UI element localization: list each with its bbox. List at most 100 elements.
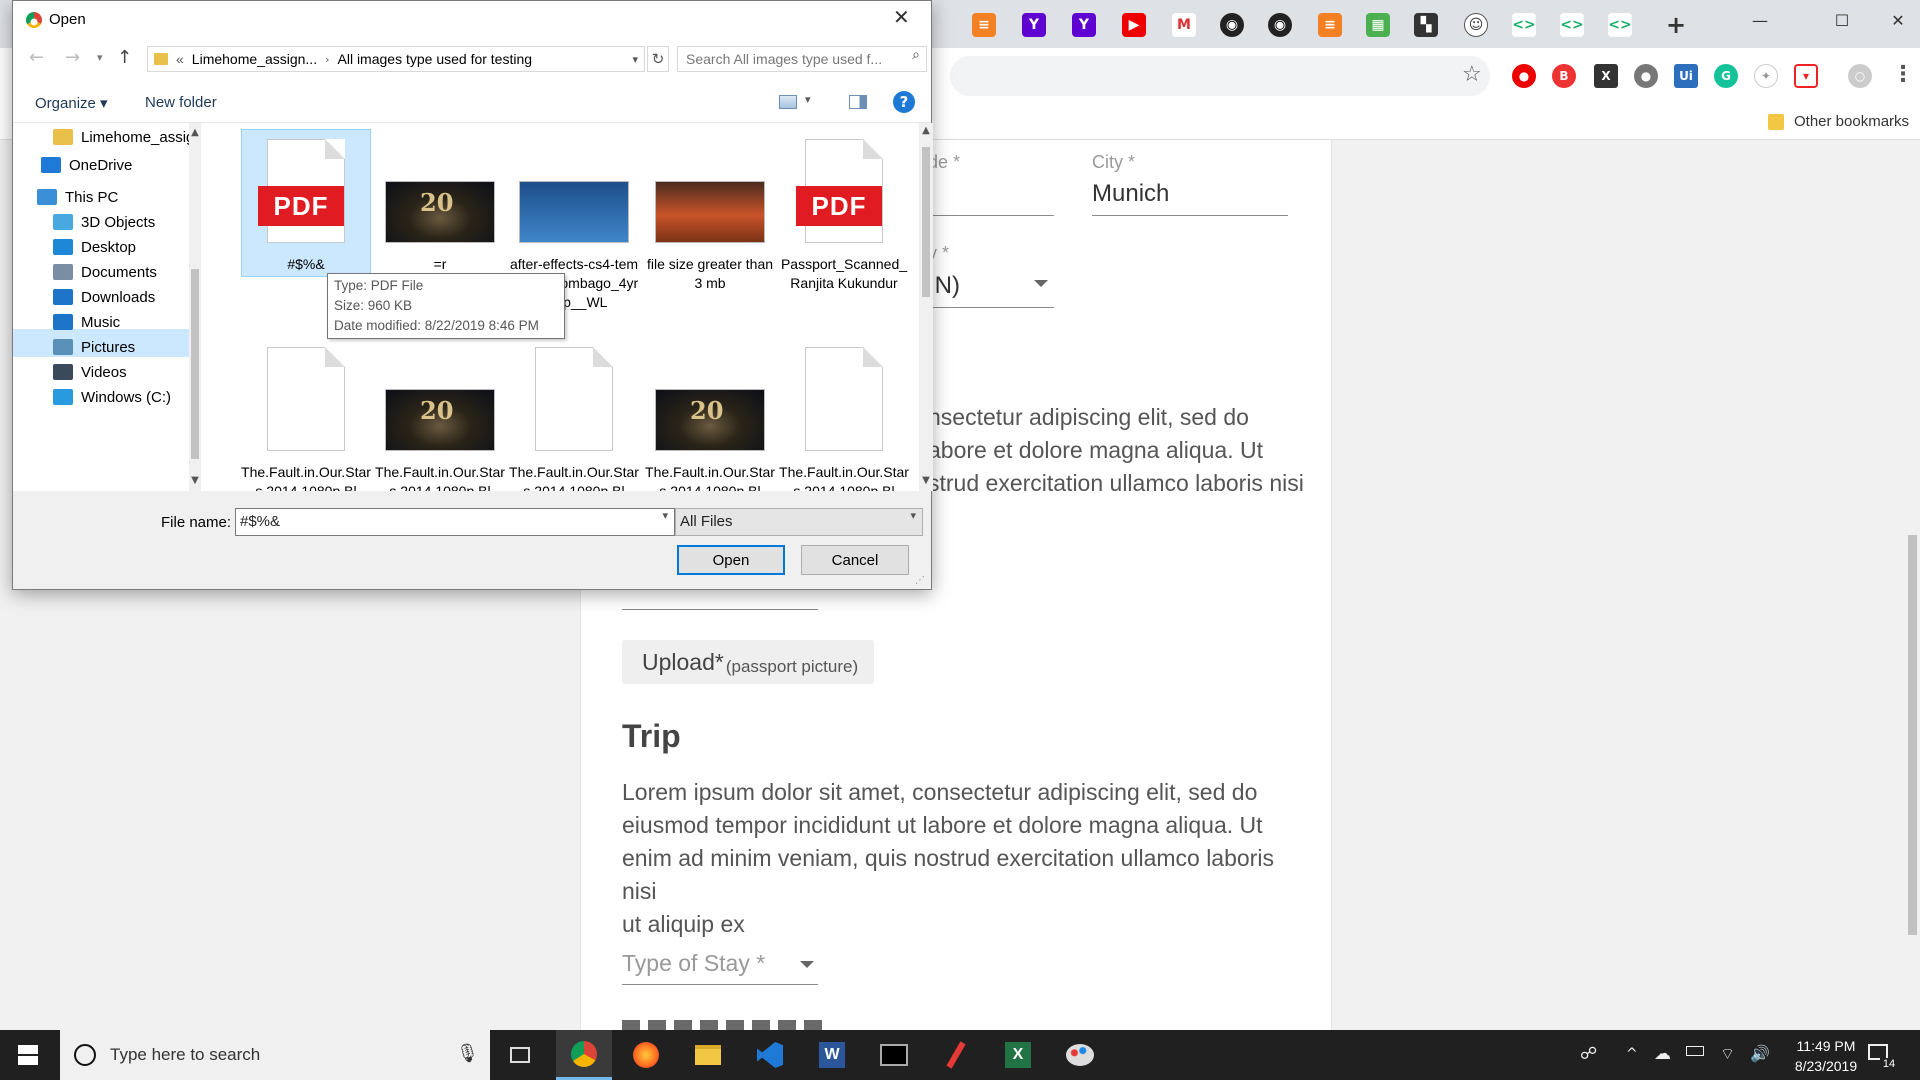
- address-bar[interactable]: [950, 56, 1490, 96]
- file-type-select[interactable]: All Files ▾: [675, 508, 923, 536]
- firefox-taskbar-icon[interactable]: [618, 1030, 674, 1080]
- scroll-down-icon[interactable]: ▼: [189, 475, 201, 486]
- nav-item[interactable]: Downloads: [53, 283, 203, 311]
- nav-item[interactable]: Pictures: [53, 333, 203, 361]
- upload-passport-button[interactable]: Upload* (passport picture): [622, 640, 874, 684]
- chevron-down-icon[interactable]: ▾: [632, 53, 638, 66]
- search-icon[interactable]: ⌕: [912, 47, 920, 63]
- file-explorer-taskbar-icon[interactable]: [680, 1030, 736, 1080]
- preview-pane-icon[interactable]: [849, 95, 867, 109]
- file-item[interactable]: The.Fault.in.Our.Stars.2014.1080p.Bl: [645, 339, 775, 491]
- nav-item[interactable]: Documents: [53, 258, 203, 286]
- help-icon[interactable]: ?: [893, 91, 915, 113]
- excel-taskbar-icon[interactable]: X: [990, 1030, 1046, 1080]
- nav-pane-scrollbar[interactable]: ▲ ▼: [189, 123, 201, 491]
- code-tab-icon[interactable]: <>: [1560, 13, 1584, 37]
- cancel-button[interactable]: Cancel: [801, 545, 909, 575]
- search-input[interactable]: Search All images type used f... ⌕: [677, 46, 927, 72]
- close-icon[interactable]: ✕: [893, 5, 910, 29]
- ui-extension-icon[interactable]: Ui: [1674, 64, 1698, 88]
- vscode-taskbar-icon[interactable]: [742, 1030, 798, 1080]
- github-tab-icon[interactable]: ◉: [1268, 13, 1292, 37]
- pen-taskbar-icon[interactable]: [928, 1030, 984, 1080]
- profile-avatar[interactable]: ○: [1848, 64, 1872, 88]
- file-item[interactable]: The.Fault.in.Our.Stars.2014.1080p.Bl: [375, 339, 505, 491]
- maximize-icon[interactable]: ☐: [1818, 0, 1866, 40]
- word-taskbar-icon[interactable]: W: [804, 1030, 860, 1080]
- stackoverflow-tab-icon[interactable]: ≡: [972, 13, 996, 37]
- code-tab-icon[interactable]: <>: [1512, 13, 1536, 37]
- pocket-extension-icon[interactable]: ▾: [1794, 64, 1818, 88]
- nav-scroll-thumb[interactable]: [191, 269, 199, 459]
- chevron-down-icon[interactable]: ▾: [805, 93, 811, 106]
- taskbar-clock[interactable]: 11:49 PM 8/23/2019: [1786, 1036, 1866, 1076]
- paint-taskbar-icon[interactable]: [1052, 1030, 1108, 1080]
- sheet-tab-icon[interactable]: ▦: [1366, 13, 1390, 37]
- chrome-taskbar-icon[interactable]: [556, 1030, 612, 1080]
- file-item[interactable]: PDF Passport_Scanned_Ranjita Kukundur: [779, 131, 909, 291]
- file-item[interactable]: =r: [375, 131, 505, 281]
- file-item[interactable]: file size greater than 3 mb: [645, 131, 775, 291]
- file-item[interactable]: The.Fault.in.Our.Stars.2014.1080p.Bl: [779, 339, 909, 491]
- breadcrumb-overflow[interactable]: «: [176, 51, 184, 67]
- yahoo-tab-icon[interactable]: Y: [1072, 13, 1096, 37]
- nav-item[interactable]: Windows (C:): [53, 383, 203, 411]
- file-item[interactable]: The.Fault.in.Our.Stars.2014.1080p.Bl: [509, 339, 639, 491]
- youtube-tab-icon[interactable]: ▶: [1122, 13, 1146, 37]
- nav-item[interactable]: Music: [53, 308, 203, 336]
- chevron-down-icon[interactable]: ▾: [662, 509, 668, 522]
- chevron-down-icon[interactable]: [1034, 280, 1048, 287]
- file-item[interactable]: PDF #$%&: [241, 131, 371, 281]
- scroll-down-icon[interactable]: ▼: [919, 475, 933, 486]
- nav-item[interactable]: Videos: [53, 358, 203, 386]
- scroll-up-icon[interactable]: ▲: [919, 125, 933, 136]
- address-breadcrumb[interactable]: « Limehome_assign... › All images type u…: [147, 46, 645, 72]
- breadcrumb-item[interactable]: Limehome_assign...: [192, 51, 317, 67]
- forward-arrow-icon[interactable]: →: [65, 47, 80, 68]
- new-tab-icon[interactable]: +: [1664, 11, 1688, 39]
- battery-icon[interactable]: [1686, 1046, 1704, 1056]
- github-tab-icon[interactable]: ◉: [1220, 13, 1244, 37]
- chevron-up-icon[interactable]: ^: [1626, 1046, 1638, 1062]
- minimize-icon[interactable]: —: [1736, 0, 1784, 40]
- back-arrow-icon[interactable]: ←: [29, 47, 44, 68]
- new-folder-button[interactable]: New folder: [145, 94, 217, 111]
- volume-icon[interactable]: 🔊: [1750, 1044, 1770, 1063]
- task-view-icon[interactable]: [492, 1030, 548, 1080]
- resize-grip-icon[interactable]: ⋰: [915, 575, 925, 586]
- file-item[interactable]: after-effects-cs4-template-boombago_4yru…: [509, 131, 639, 310]
- nav-item[interactable]: OneDrive: [41, 151, 191, 179]
- chevron-down-icon[interactable]: [800, 961, 814, 968]
- microphone-icon[interactable]: 🎙: [456, 1043, 479, 1064]
- scroll-up-icon[interactable]: ▲: [189, 127, 201, 138]
- windows-start-icon[interactable]: [0, 1030, 56, 1080]
- refresh-icon[interactable]: ↻: [647, 46, 669, 72]
- open-button[interactable]: Open: [677, 545, 785, 575]
- nav-item[interactable]: This PC: [37, 183, 187, 211]
- type-of-stay-select[interactable]: Type of Stay *: [622, 950, 765, 977]
- grid-tab-icon[interactable]: ▚: [1414, 13, 1438, 37]
- x-extension-icon[interactable]: X: [1594, 64, 1618, 88]
- file-name-input[interactable]: #$%& ▾: [235, 508, 675, 536]
- file-scroll-thumb[interactable]: [922, 147, 930, 297]
- recent-locations-icon[interactable]: ▾: [97, 51, 103, 64]
- breadcrumb-item[interactable]: All images type used for testing: [338, 51, 533, 67]
- wifi-icon[interactable]: ⌔: [1720, 1044, 1735, 1064]
- city-input[interactable]: Munich: [1092, 180, 1169, 208]
- taskbar-search-box[interactable]: Type here to search 🎙: [60, 1030, 490, 1080]
- organize-menu[interactable]: Organize ▾: [35, 94, 108, 112]
- grammarly-extension-icon[interactable]: G: [1714, 64, 1738, 88]
- terminal-taskbar-icon[interactable]: [866, 1030, 922, 1080]
- file-pane-scrollbar[interactable]: ▲ ▼: [919, 123, 933, 491]
- circle-extension-icon[interactable]: ●: [1634, 64, 1658, 88]
- yahoo-tab-icon[interactable]: Y: [1022, 13, 1046, 37]
- up-arrow-icon[interactable]: ↑: [117, 47, 132, 68]
- chevron-down-icon[interactable]: ▾: [910, 509, 916, 522]
- view-options-icon[interactable]: [779, 95, 797, 109]
- more-menu-icon[interactable]: ⋮: [1892, 62, 1914, 87]
- bookmark-star-icon[interactable]: ☆: [1462, 62, 1482, 87]
- nav-item[interactable]: Desktop: [53, 233, 203, 261]
- nav-item[interactable]: 3D Objects: [53, 208, 203, 236]
- file-item[interactable]: The.Fault.in.Our.Stars.2014.1080p.Bl: [241, 339, 371, 491]
- onedrive-status-icon[interactable]: ☁: [1654, 1044, 1671, 1064]
